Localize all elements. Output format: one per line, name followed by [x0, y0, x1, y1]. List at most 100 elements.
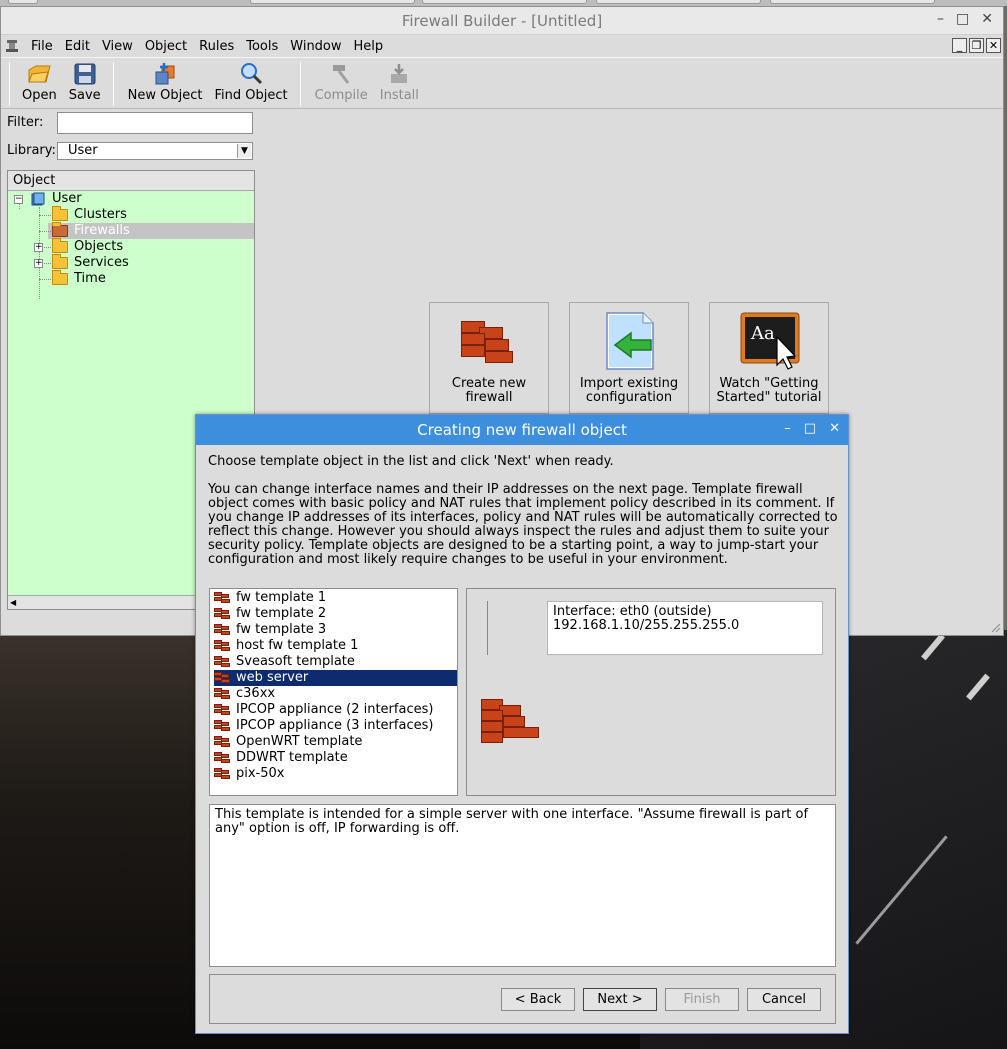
- filter-input[interactable]: [57, 112, 253, 134]
- back-button[interactable]: < Back: [501, 988, 575, 1011]
- menu-file[interactable]: File: [25, 39, 59, 54]
- close-icon[interactable]: ✕: [829, 421, 840, 436]
- tutorial-icon-text: Aa: [750, 323, 775, 344]
- minimize-icon[interactable]: –: [784, 421, 791, 436]
- template-list-item[interactable]: IPCOP appliance (2 interfaces): [214, 702, 457, 718]
- tree-guide-line: [39, 279, 51, 280]
- firewall-brick-icon: [481, 699, 541, 743]
- tree-item-user[interactable]: User: [30, 191, 82, 207]
- tree-guide-line: [44, 263, 51, 264]
- template-preview: Interface: eth0 (outside) 192.168.1.10/2…: [466, 588, 836, 796]
- collapse-icon[interactable]: −: [14, 195, 23, 204]
- filter-label: Filter:: [7, 115, 44, 130]
- minimize-icon[interactable]: –: [937, 11, 944, 27]
- template-list-item[interactable]: host fw template 1: [214, 638, 457, 654]
- menu-object[interactable]: Object: [139, 39, 193, 54]
- firewall-brick-icon: [214, 736, 230, 748]
- resize-grip-icon[interactable]: [989, 621, 1001, 633]
- tree-item-label: Objects: [74, 239, 124, 254]
- install-button[interactable]: Install: [374, 62, 425, 103]
- maximize-icon[interactable]: □: [804, 421, 816, 436]
- firewall-brick-icon: [214, 752, 230, 764]
- template-list-item[interactable]: Sveasoft template: [214, 654, 457, 670]
- create-new-firewall-button[interactable]: Create new firewall: [429, 302, 549, 414]
- tree-guide-line: [39, 207, 40, 299]
- taskbar-button[interactable]: [8, 0, 38, 4]
- next-button[interactable]: Next >: [583, 988, 657, 1011]
- template-list-label: host fw template 1: [236, 638, 359, 653]
- tree-item-objects[interactable]: Objects: [52, 238, 124, 255]
- tree-item-clusters[interactable]: Clusters: [52, 206, 127, 223]
- menu-window[interactable]: Window: [284, 39, 347, 54]
- close-icon[interactable]: ✕: [981, 11, 993, 27]
- compile-button[interactable]: Compile: [309, 62, 374, 103]
- menu-edit[interactable]: Edit: [59, 39, 96, 54]
- dialog-titlebar[interactable]: Creating new firewall object – □ ✕: [196, 415, 848, 445]
- template-list[interactable]: fw template 1 fw template 2 fw template 3h…: [209, 588, 458, 796]
- mdi-close-icon[interactable]: ✕: [986, 38, 1001, 53]
- template-list-item[interactable]: IPCOP appliance (3 interfaces): [214, 718, 457, 734]
- tree-item-time[interactable]: Time: [52, 270, 106, 287]
- menubar: File Edit View Object Rules Tools Window…: [1, 35, 1003, 57]
- new-object-button[interactable]: New Object: [122, 62, 209, 103]
- template-list-item[interactable]: web server: [214, 670, 457, 686]
- maximize-icon[interactable]: □: [956, 11, 969, 27]
- template-list-item[interactable]: DDWRT template: [214, 750, 457, 766]
- main-titlebar[interactable]: Firewall Builder - [Untitled] – □ ✕: [1, 7, 1003, 35]
- hammer-icon: [333, 65, 350, 84]
- folder-icon: [52, 270, 68, 285]
- watch-tutorial-button[interactable]: Aa Watch "Getting Started" tutorial: [709, 302, 829, 414]
- finish-button[interactable]: Finish: [665, 988, 739, 1011]
- template-list-item[interactable]: fw template 2: [214, 606, 457, 622]
- taskbar-button[interactable]: [596, 0, 761, 4]
- library-select[interactable]: User ▼: [57, 142, 253, 160]
- template-list-item[interactable]: fw template 1: [214, 590, 457, 606]
- firewall-brick-icon: [214, 656, 230, 668]
- scroll-left-icon[interactable]: ◀: [10, 598, 20, 608]
- tree-guide-line: [39, 231, 51, 232]
- cancel-button[interactable]: Cancel: [747, 988, 821, 1011]
- menu-rules[interactable]: Rules: [193, 39, 240, 54]
- open-button[interactable]: Open: [16, 62, 63, 103]
- firewall-brick-icon: [214, 720, 230, 732]
- tree-item-firewalls[interactable]: Firewalls: [52, 222, 130, 239]
- install-label: Install: [379, 88, 419, 103]
- menu-view[interactable]: View: [96, 39, 139, 54]
- firewall-brick-icon: [214, 624, 230, 636]
- template-list-item[interactable]: OpenWRT template: [214, 734, 457, 750]
- taskbar-button[interactable]: [770, 0, 935, 4]
- taskbar-button[interactable]: [250, 0, 415, 4]
- interface-address: 192.168.1.10/255.255.255.0: [553, 618, 740, 633]
- menu-help[interactable]: Help: [348, 39, 390, 54]
- tree-item-label: User: [52, 191, 82, 206]
- preview-connector-line: [487, 601, 488, 655]
- tutorial-icon: Aa: [740, 312, 800, 370]
- template-list-item[interactable]: fw template 3: [214, 622, 457, 638]
- tree-header[interactable]: Object: [8, 171, 254, 191]
- expand-icon[interactable]: +: [34, 243, 43, 252]
- template-description: This template is intended for a simple s…: [209, 804, 836, 967]
- mdi-restore-icon[interactable]: ❐: [969, 38, 984, 53]
- template-list-item[interactable]: c36xx: [214, 686, 457, 702]
- window-title: Firewall Builder - [Untitled]: [401, 11, 603, 30]
- find-object-button[interactable]: Find Object: [208, 62, 293, 103]
- firewall-brick-icon: [214, 640, 230, 652]
- template-list-item[interactable]: pix-50x: [214, 766, 457, 782]
- tree-item-label: Time: [74, 271, 106, 286]
- expand-icon[interactable]: +: [34, 259, 43, 268]
- menu-tools[interactable]: Tools: [240, 39, 284, 54]
- template-list-label: fw template 3: [236, 622, 327, 637]
- template-list-label: IPCOP appliance (3 interfaces): [236, 718, 434, 733]
- import-document-icon: [606, 312, 654, 370]
- taskbar-button[interactable]: [422, 0, 587, 4]
- folder-icon: [52, 254, 68, 269]
- library-book-icon: [31, 192, 45, 206]
- import-configuration-button[interactable]: Import existing configuration: [569, 302, 689, 414]
- dialog-title: Creating new firewall object: [417, 421, 627, 439]
- mdi-minimize-icon[interactable]: _: [952, 38, 967, 53]
- chevron-down-icon[interactable]: ▼: [237, 144, 251, 158]
- toolbar-separator: [112, 62, 114, 106]
- tree-item-services[interactable]: Services: [52, 254, 129, 271]
- save-button[interactable]: Save: [63, 62, 107, 103]
- template-list-label: web server: [236, 670, 309, 685]
